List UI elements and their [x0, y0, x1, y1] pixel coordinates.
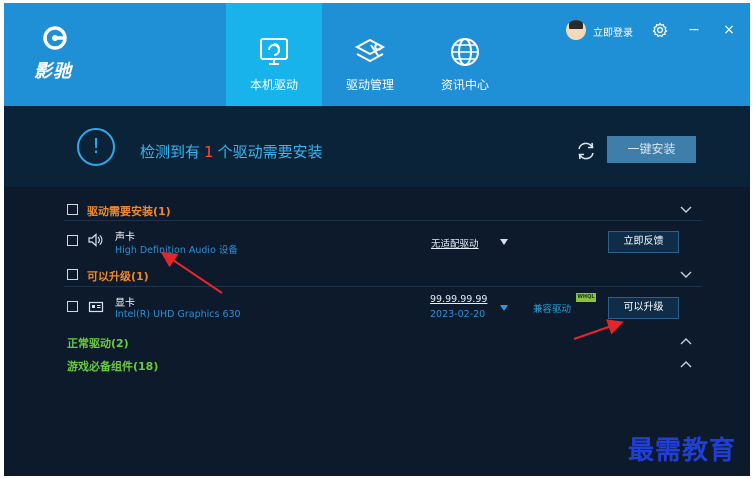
gear-icon — [652, 22, 668, 38]
scan-result-text: 检测到有 1 个驱动需要安装 — [140, 141, 323, 162]
app-window: 影驰 本机驱动 驱动管理 资讯中心 立即登录 − × ! 检测到有 1 个驱动需… — [4, 3, 750, 476]
section-need-install-title: 驱动需要安装(1) — [87, 205, 171, 218]
watermark: 最需教育 — [628, 436, 737, 466]
monitor-icon — [260, 38, 288, 65]
logo-text: 影驰 — [34, 61, 72, 82]
chevron-up-icon[interactable] — [679, 336, 693, 346]
section-checkbox[interactable] — [67, 204, 78, 215]
banner-suffix: 个驱动需要安装 — [217, 143, 323, 161]
scan-status-banner: ! 检测到有 1 个驱动需要安装 一键安装 — [4, 106, 750, 187]
chevron-up-icon[interactable] — [679, 359, 693, 369]
divider — [64, 286, 702, 287]
avatar — [566, 20, 586, 40]
section-upgradable-title: 可以升级(1) — [87, 270, 149, 283]
warning-icon: ! — [77, 128, 115, 166]
compatible-driver-label: 兼容驱动 — [533, 304, 572, 315]
section-game-components-title: 游戏必备组件(18) — [67, 360, 159, 373]
device-model: High Definition Audio 设备 — [115, 245, 238, 256]
tab-news-center[interactable]: 资讯中心 — [417, 3, 513, 106]
one-click-install-button[interactable]: 一键安装 — [607, 136, 696, 163]
whql-badge: WHQL — [576, 293, 596, 302]
annotation-arrow — [160, 251, 223, 294]
wrench-icon — [354, 38, 386, 63]
settings-button[interactable] — [649, 19, 671, 41]
speaker-icon — [88, 233, 103, 247]
refresh-icon[interactable] — [575, 140, 597, 162]
dropdown-arrow-icon[interactable] — [500, 239, 508, 245]
logo-icon — [43, 26, 67, 50]
login-label: 立即登录 — [593, 28, 633, 39]
device-name: 声卡 — [115, 232, 135, 243]
device-name: 显卡 — [115, 298, 135, 309]
globe-icon — [451, 38, 479, 66]
annotation-arrow — [573, 319, 624, 340]
feedback-button[interactable]: 立即反馈 — [608, 231, 679, 253]
chevron-down-icon[interactable] — [679, 270, 693, 280]
graphics-card-icon — [88, 301, 104, 313]
section-normal-title: 正常驱动(2) — [67, 337, 129, 350]
row-checkbox[interactable] — [67, 235, 78, 246]
top-bar: 影驰 本机驱动 驱动管理 资讯中心 立即登录 − × — [4, 3, 750, 106]
tab-label: 资讯中心 — [440, 78, 489, 92]
chevron-down-icon[interactable] — [679, 205, 693, 215]
minimize-button[interactable]: − — [683, 19, 705, 41]
banner-prefix: 检测到有 — [140, 143, 201, 161]
tab-label: 驱动管理 — [345, 78, 394, 92]
close-button[interactable]: × — [718, 19, 740, 41]
tab-label: 本机驱动 — [249, 78, 298, 92]
driver-status[interactable]: 无适配驱动 — [431, 236, 479, 250]
dropdown-arrow-icon[interactable] — [500, 305, 508, 311]
device-model: Intel(R) UHD Graphics 630 — [115, 309, 241, 320]
driver-version[interactable]: 99.99.99.99 — [430, 294, 487, 305]
driver-date: 2023-02-20 — [430, 309, 486, 320]
app-logo: 影驰 — [34, 21, 94, 85]
tab-driver-management[interactable]: 驱动管理 — [322, 3, 418, 106]
row-checkbox[interactable] — [67, 301, 78, 312]
divider — [64, 220, 702, 221]
driver-count: 1 — [204, 143, 214, 161]
section-checkbox[interactable] — [67, 269, 78, 280]
upgrade-button[interactable]: 可以升级 — [608, 297, 679, 319]
tab-local-drivers[interactable]: 本机驱动 — [226, 3, 322, 106]
